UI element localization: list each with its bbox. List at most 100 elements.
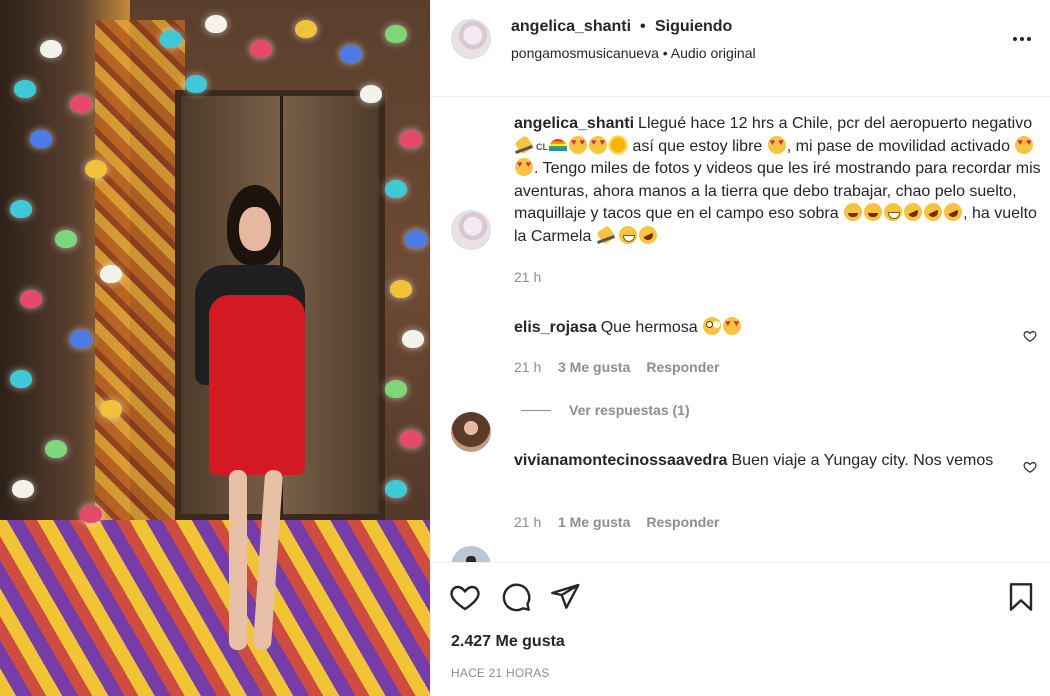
person-leg xyxy=(252,469,284,651)
caption-avatar[interactable] xyxy=(451,210,491,250)
rofl-emoji xyxy=(635,222,660,247)
paper-plane-icon[interactable] xyxy=(549,581,581,613)
lamp xyxy=(45,440,67,458)
grin-emoji xyxy=(618,225,637,244)
caption-username[interactable]: angelica_shanti xyxy=(514,115,634,132)
media-person xyxy=(195,185,315,675)
comment-likes[interactable]: 3 Me gusta xyxy=(558,359,630,375)
comment-username[interactable]: elis_rojasa xyxy=(514,319,597,336)
comment-username[interactable]: vivianamontecinossaavedra xyxy=(514,452,727,469)
author-avatar[interactable] xyxy=(451,19,491,59)
rofl-emoji xyxy=(901,200,926,224)
rofl-emoji xyxy=(941,200,966,224)
chile-flag-emoji: CL xyxy=(536,141,548,152)
author-username[interactable]: angelica_shanti xyxy=(511,18,631,36)
rofl-emoji xyxy=(921,200,946,224)
lamp xyxy=(12,480,34,498)
lamp xyxy=(55,230,77,248)
lamp xyxy=(400,430,422,448)
smile-emoji xyxy=(844,203,863,221)
lamp xyxy=(400,130,422,148)
lamp xyxy=(402,330,424,348)
caption-time[interactable]: 21 h xyxy=(514,269,541,285)
lamp xyxy=(14,80,36,98)
caption-text-2: así que estoy libre xyxy=(628,137,763,155)
audio-link[interactable]: pongamosmusicanueva • Audio original xyxy=(511,45,756,61)
lamp xyxy=(340,45,362,63)
post-timestamp[interactable]: HACE 21 HORAS xyxy=(451,666,550,680)
writing-hand-emoji xyxy=(597,226,617,244)
following-button[interactable]: Siguiendo xyxy=(655,18,732,36)
comment-like-icon[interactable] xyxy=(1023,329,1037,343)
header-separator: • xyxy=(640,18,646,35)
comment-text: Que hermosa xyxy=(600,319,698,336)
commenter-avatar[interactable] xyxy=(451,412,491,452)
post-caption: angelica_shanti Llegué hace 12 hrs a Chil… xyxy=(514,113,1044,248)
heart-eyes-emoji xyxy=(723,317,742,335)
likes-count[interactable]: 2.427 Me gusta xyxy=(451,633,565,651)
lamp xyxy=(405,230,427,248)
lamp xyxy=(85,160,107,178)
lamp xyxy=(250,40,272,58)
caption-text-3: , mi pase de movilidad activado xyxy=(786,137,1010,155)
comment-time[interactable]: 21 h xyxy=(514,514,558,530)
lamp xyxy=(100,400,122,418)
heart-eyes-emoji xyxy=(589,135,607,154)
lamp xyxy=(160,30,182,48)
caption-text-1: Llegué hace 12 hrs a Chile, pcr del aero… xyxy=(638,115,1033,132)
rainbow-emoji xyxy=(549,138,567,151)
lamp xyxy=(80,505,102,523)
replies-divider xyxy=(521,409,551,411)
person-leg xyxy=(229,470,247,650)
post-media[interactable] xyxy=(0,0,430,696)
lamp xyxy=(10,370,32,388)
lamp xyxy=(185,75,207,93)
lamp xyxy=(70,95,92,113)
view-replies-button[interactable]: Ver respuestas (1) xyxy=(521,402,690,418)
sun-emoji xyxy=(610,137,626,152)
lamp xyxy=(390,280,412,298)
lamp xyxy=(385,480,407,498)
lamp xyxy=(100,265,122,283)
comments-section[interactable]: angelica_shanti Llegué hace 12 hrs a Chil… xyxy=(431,97,1050,562)
lamp xyxy=(360,85,382,103)
comment-likes[interactable]: 1 Me gusta xyxy=(558,514,630,530)
comment-like-icon[interactable] xyxy=(1023,460,1037,474)
bookmark-icon[interactable] xyxy=(1005,581,1037,613)
view-replies-label[interactable]: Ver respuestas (1) xyxy=(569,402,690,418)
lamp xyxy=(205,15,227,33)
comment-meta: 21 h 3 Me gusta Responder xyxy=(514,359,719,375)
comment: elis_rojasa Que hermosa xyxy=(514,317,994,340)
lamp xyxy=(70,330,92,348)
lamp xyxy=(40,40,62,58)
zany-emoji xyxy=(864,203,883,221)
grin-emoji xyxy=(884,203,903,221)
heart-eyes-emoji xyxy=(767,135,786,154)
comment-icon[interactable] xyxy=(500,581,532,613)
heart-eyes-emoji xyxy=(1015,135,1034,154)
comment-time[interactable]: 21 h xyxy=(514,359,558,375)
lamp xyxy=(385,380,407,398)
comment: vivianamontecinossaavedra Buen viaje a Yu… xyxy=(514,450,994,473)
comment-meta: 21 h 1 Me gusta Responder xyxy=(514,514,719,530)
person-face xyxy=(239,207,271,251)
lamp xyxy=(385,25,407,43)
writing-hand-emoji xyxy=(515,136,535,154)
lamp xyxy=(385,180,407,198)
lamp xyxy=(295,20,317,38)
person-dress xyxy=(209,295,305,475)
lamp xyxy=(30,130,52,148)
post-side-panel: angelica_shanti • Siguiendo pongamosmusi… xyxy=(430,0,1050,696)
lamp xyxy=(10,200,32,218)
heart-eyes-emoji xyxy=(515,158,533,176)
heart-icon[interactable] xyxy=(449,581,481,613)
commenter-avatar[interactable] xyxy=(451,546,491,562)
post-actions: 2.427 Me gusta HACE 21 HORAS xyxy=(431,562,1050,696)
comment-text: Buen viaje a Yungay city. Nos vemos xyxy=(731,452,994,469)
heart-eyes-emoji xyxy=(569,135,587,154)
flushed-emoji xyxy=(703,317,722,335)
reply-button[interactable]: Responder xyxy=(646,514,719,530)
reply-button[interactable]: Responder xyxy=(646,359,719,375)
lamp xyxy=(20,290,42,308)
more-options-icon[interactable] xyxy=(1007,26,1037,52)
